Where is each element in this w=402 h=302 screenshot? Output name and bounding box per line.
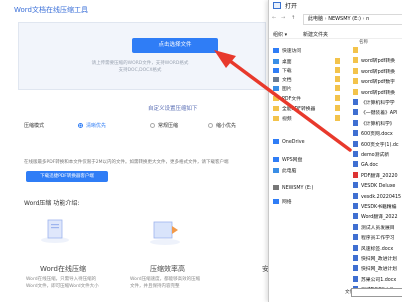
red-arrow-annotation (214, 50, 352, 152)
